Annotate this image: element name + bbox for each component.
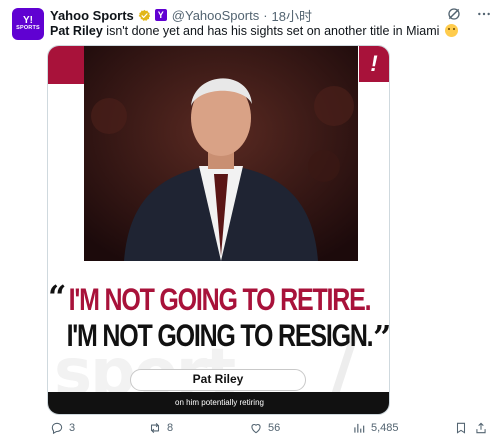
alert-badge: ! xyxy=(359,46,389,82)
like-icon xyxy=(251,424,261,434)
more-icon[interactable] xyxy=(476,6,492,22)
quote-line-1: I'M NOT GOING TO RETIRE. xyxy=(68,282,372,318)
repost-icon xyxy=(150,422,160,434)
share-icon xyxy=(476,422,486,434)
tweet-bold-name[interactable]: Pat Riley xyxy=(50,24,103,38)
like-button[interactable]: 56 xyxy=(249,421,280,435)
speaker-name-pill: Pat Riley xyxy=(130,369,306,391)
avatar-logo-text: Y! xyxy=(23,15,33,26)
verified-badge-icon xyxy=(138,9,151,21)
views-button[interactable]: 5,485 xyxy=(352,421,399,435)
account-name[interactable]: Yahoo Sports xyxy=(50,8,134,23)
repost-button[interactable]: 8 xyxy=(148,421,173,435)
grok-icon[interactable] xyxy=(446,6,462,22)
view-count: 5,485 xyxy=(371,422,399,434)
share-button[interactable] xyxy=(474,421,488,435)
reply-icon xyxy=(51,422,63,435)
caption-bar: on him potentially retiring xyxy=(48,392,389,414)
views-icon xyxy=(354,423,365,433)
action-bar: 3 8 56 5,485 xyxy=(50,421,490,437)
portrait-image xyxy=(84,46,358,261)
player-photo[interactable] xyxy=(84,46,358,261)
like-count: 56 xyxy=(268,422,281,434)
timestamp[interactable]: 18小时 xyxy=(272,6,312,25)
repost-count: 8 xyxy=(167,422,174,434)
avatar[interactable]: Y! SPORTS xyxy=(12,8,44,40)
separator-dot: · xyxy=(263,7,268,23)
header-actions xyxy=(446,6,492,22)
quote-line-2: I'M NOT GOING TO RESIGN. xyxy=(66,318,374,354)
account-handle[interactable]: @YahooSports xyxy=(172,8,259,23)
avatar-brand-text: SPORTS xyxy=(16,25,40,31)
tweet-text: Pat Riley isn't done yet and has his sig… xyxy=(50,23,488,39)
tweet-header: Yahoo Sports Y @YahooSports · 18小时 xyxy=(50,6,490,25)
reply-button[interactable]: 3 xyxy=(50,421,75,435)
media-card[interactable]: ! sport “ I'M NOT GOING TO RETIRE. I'M N… xyxy=(47,45,390,415)
affiliate-badge-icon[interactable]: Y xyxy=(154,9,167,21)
bookmark-button[interactable] xyxy=(454,421,468,435)
bookmark-icon xyxy=(456,422,466,434)
accent-block xyxy=(48,46,84,84)
face-emoji-icon xyxy=(444,24,458,37)
close-quote-icon: ” xyxy=(373,318,390,356)
reply-count: 3 xyxy=(69,422,76,434)
tweet-body: isn't done yet and has his sights set on… xyxy=(102,24,440,38)
